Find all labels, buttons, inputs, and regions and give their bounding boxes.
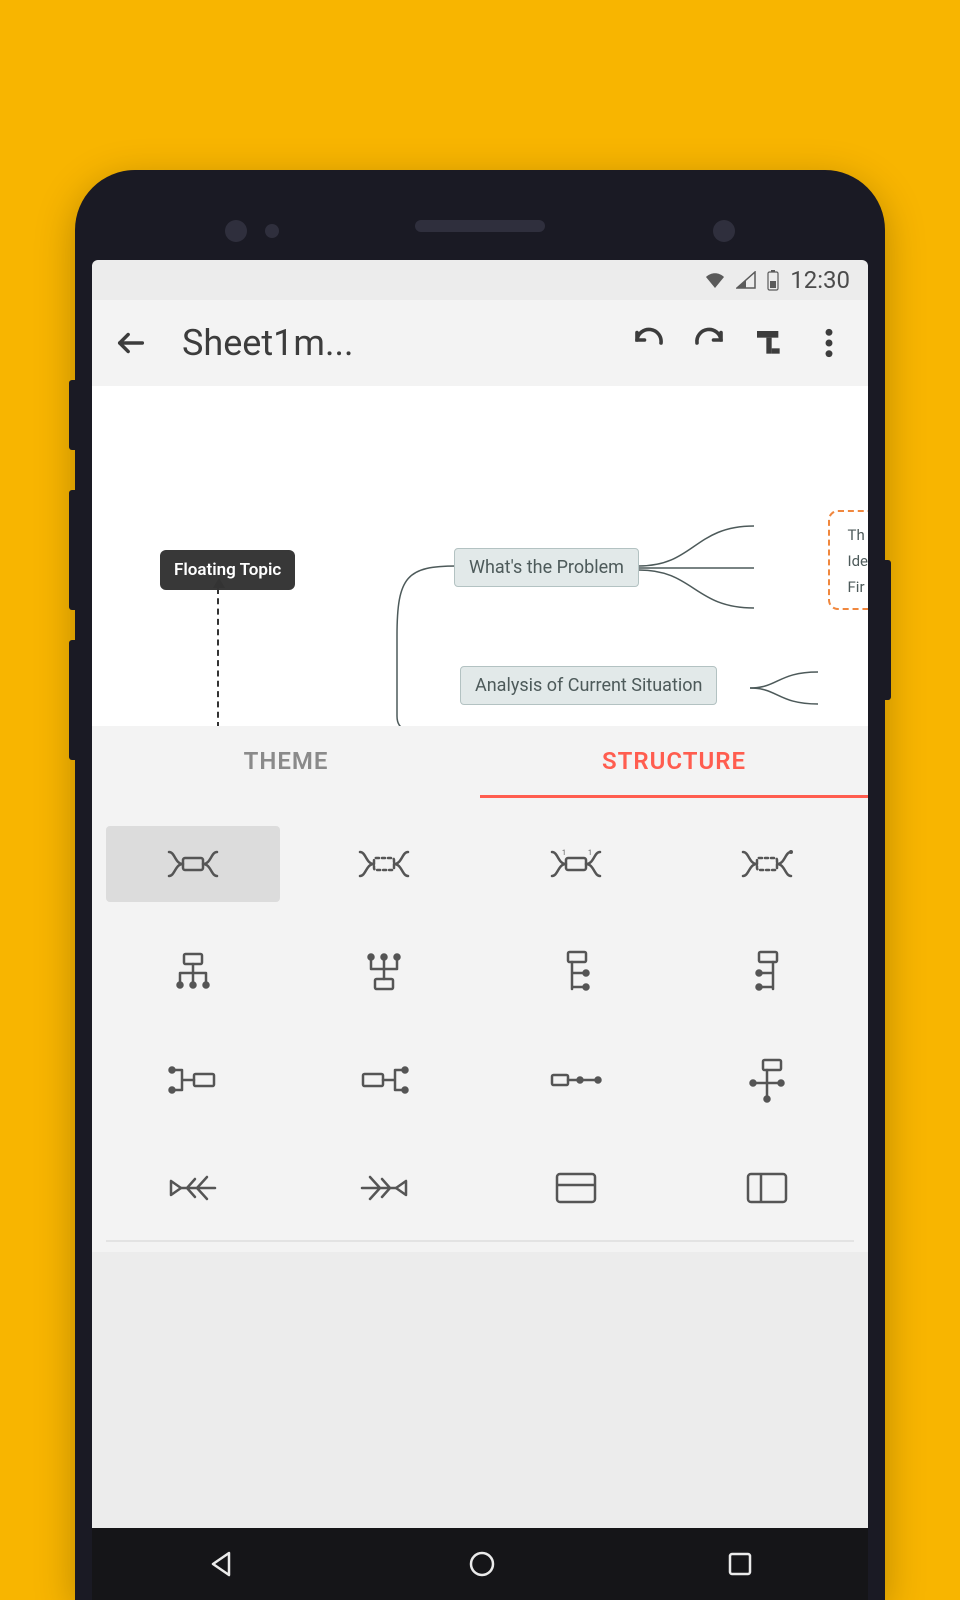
subtopic-item[interactable]: Ide xyxy=(848,548,869,574)
nav-back-button[interactable] xyxy=(207,1549,237,1579)
structure-option-map-counter[interactable]: 11 xyxy=(489,826,663,902)
structure-option-tree-left-variant[interactable] xyxy=(681,934,855,1010)
svg-text:1: 1 xyxy=(588,849,592,857)
structure-panel: 11 xyxy=(92,798,868,1252)
nav-recent-button[interactable] xyxy=(727,1551,753,1577)
format-button[interactable] xyxy=(748,322,790,364)
phone-sensor xyxy=(265,224,279,238)
structure-option-map-clockwise[interactable] xyxy=(298,826,472,902)
subtopic-item[interactable]: Th xyxy=(848,522,869,548)
divider xyxy=(106,1240,854,1242)
structure-option-tree-right[interactable] xyxy=(489,934,663,1010)
relationship-arrow[interactable] xyxy=(217,588,219,726)
volume-button xyxy=(69,490,75,610)
topic-node-problem[interactable]: What's the Problem xyxy=(454,548,639,587)
subtopic-list: Th Ide Fir xyxy=(848,522,869,600)
android-nav-bar xyxy=(92,1528,868,1600)
volume-button xyxy=(69,380,75,450)
redo-button[interactable] xyxy=(688,322,730,364)
mindmap-canvas[interactable]: Floating Topic What's the Problem Analys… xyxy=(92,386,868,726)
phone-speaker xyxy=(415,220,545,232)
structure-option-map-numbered[interactable] xyxy=(681,826,855,902)
structure-option-fishbone-left[interactable] xyxy=(106,1150,280,1226)
back-button[interactable] xyxy=(110,322,152,364)
document-title[interactable]: Sheet1m... xyxy=(170,322,610,364)
undo-button[interactable] xyxy=(628,322,670,364)
tab-structure[interactable]: STRUCTURE xyxy=(480,726,868,798)
power-button xyxy=(885,560,891,700)
status-bar: 12:30 xyxy=(92,260,868,300)
screen: 12:30 Sheet1m... Floating Topic xyxy=(92,260,868,1600)
structure-option-timeline[interactable] xyxy=(489,1042,663,1118)
cellular-icon xyxy=(736,271,756,289)
phone-camera xyxy=(713,220,735,242)
structure-option-tree-branch[interactable] xyxy=(681,1042,855,1118)
topic-node-analysis[interactable]: Analysis of Current Situation xyxy=(460,666,717,705)
structure-option-org-down[interactable] xyxy=(106,934,280,1010)
structure-option-map-balanced[interactable] xyxy=(106,826,280,902)
wifi-icon xyxy=(704,271,726,289)
more-button[interactable] xyxy=(808,322,850,364)
clock-text: 12:30 xyxy=(790,266,850,294)
phone-sensor xyxy=(225,220,247,242)
tab-theme[interactable]: THEME xyxy=(92,726,480,798)
battery-icon xyxy=(766,269,780,291)
floating-topic-node[interactable]: Floating Topic xyxy=(160,550,295,590)
nav-home-button[interactable] xyxy=(467,1549,497,1579)
subtopic-item[interactable]: Fir xyxy=(848,574,869,600)
structure-option-logic-right[interactable] xyxy=(106,1042,280,1118)
svg-text:1: 1 xyxy=(562,849,566,857)
structure-option-logic-left[interactable] xyxy=(298,1042,472,1118)
structure-option-table[interactable] xyxy=(489,1150,663,1226)
structure-option-column[interactable] xyxy=(681,1150,855,1226)
panel-tabs: THEME STRUCTURE xyxy=(92,726,868,798)
volume-button xyxy=(69,640,75,760)
phone-frame: 12:30 Sheet1m... Floating Topic xyxy=(75,170,885,1600)
structure-option-fishbone-right[interactable] xyxy=(298,1150,472,1226)
app-bar: Sheet1m... xyxy=(92,300,868,386)
structure-option-org-up[interactable] xyxy=(298,934,472,1010)
